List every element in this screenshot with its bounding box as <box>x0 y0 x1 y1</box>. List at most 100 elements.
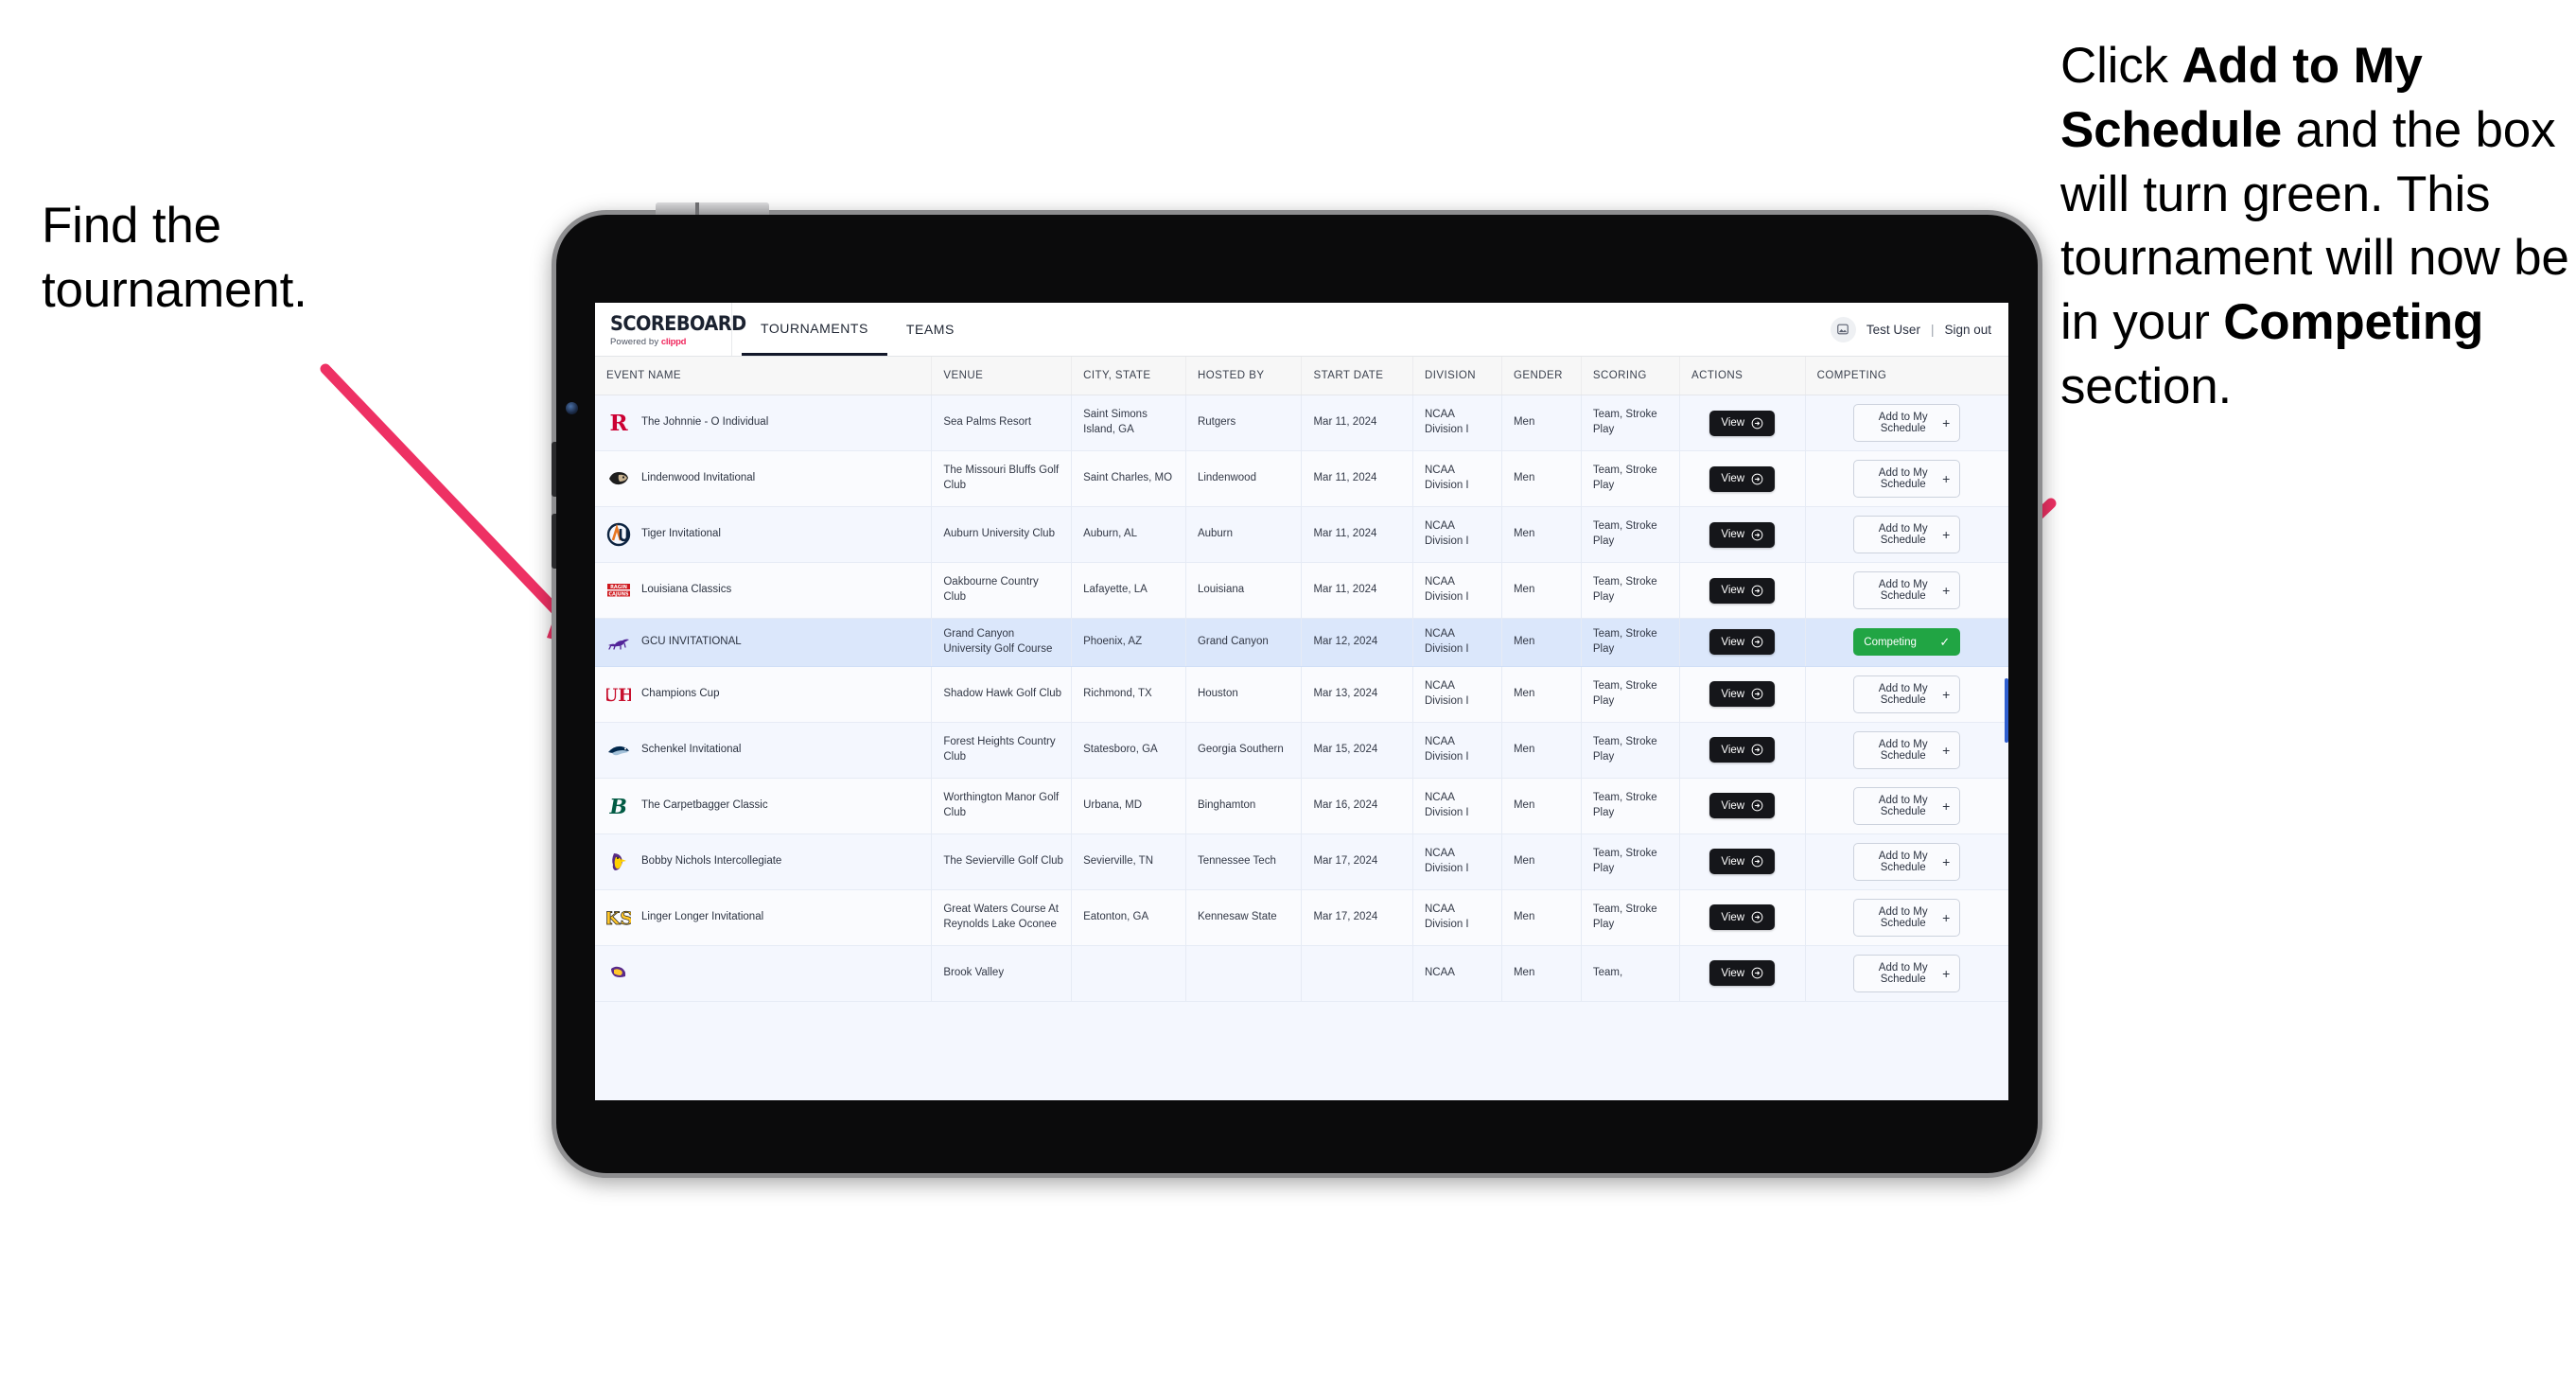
cell-scoring: Team, Stroke Play <box>1581 833 1680 890</box>
cell-event-name: KS Linger Longer Invitational <box>595 889 933 946</box>
avatar[interactable] <box>1830 316 1856 342</box>
cell-competing: Add to My Schedule + <box>1805 833 2008 890</box>
col-division[interactable]: DIVISION <box>1412 357 1502 395</box>
cell-event-name: B The Carpetbagger Classic <box>595 778 933 834</box>
add-to-my-schedule-button[interactable]: Add to My Schedule + <box>1853 786 1961 825</box>
table-row[interactable]: Bobby Nichols Intercollegiate The Sevierv… <box>595 833 2008 890</box>
table-row[interactable]: Tiger Invitational Auburn University Club… <box>595 506 2008 563</box>
view-button[interactable]: View <box>1709 793 1776 819</box>
table-row[interactable]: RAGIN CAJUNS Louisiana Classics Oakbourne C… <box>595 562 2008 619</box>
view-button-label: View <box>1721 688 1745 700</box>
nav-divider: | <box>1930 322 1935 337</box>
brand-logo[interactable]: SCOREBOARD Powered by clippd <box>595 303 746 356</box>
competing-badge-button[interactable]: Competing ✓ <box>1853 628 1961 657</box>
cell-actions: View <box>1679 722 1806 779</box>
event-name-label: Louisiana Classics <box>641 584 732 596</box>
volume-up-button[interactable] <box>552 442 556 497</box>
power-button[interactable] <box>656 202 769 215</box>
col-start-date[interactable]: START DATE <box>1301 357 1413 395</box>
cell-event-name: Lindenwood Invitational <box>595 450 933 507</box>
table-row[interactable]: B The Carpetbagger Classic Worthington Man… <box>595 778 2008 834</box>
view-button[interactable]: View <box>1709 629 1776 656</box>
event-name-label: The Johnnie - O Individual <box>641 416 769 429</box>
add-to-my-schedule-button[interactable]: Add to My Schedule + <box>1853 460 1961 498</box>
view-button[interactable]: View <box>1709 904 1776 931</box>
table-row[interactable]: KS Linger Longer Invitational Great Waters… <box>595 889 2008 946</box>
cell-competing: Add to My Schedule + <box>1805 506 2008 563</box>
cell-scoring: Team, Stroke Play <box>1581 395 1680 451</box>
add-to-my-schedule-button[interactable]: Add to My Schedule + <box>1853 675 1961 713</box>
cell-venue: The Missouri Bluffs Golf Club <box>931 450 1073 507</box>
tournaments-table-wrap: EVENT NAME VENUE CITY, STATE HOSTED BY S… <box>595 357 2008 1100</box>
cell-division: NCAA Division I <box>1412 395 1502 451</box>
view-button[interactable]: View <box>1709 960 1776 987</box>
tab-teams[interactable]: TEAMS <box>887 303 973 356</box>
nav-user-area: Test User | Sign out <box>1830 303 2008 356</box>
table-row[interactable]: GCU INVITATIONAL Grand Canyon University … <box>595 618 2008 667</box>
add-to-my-schedule-button[interactable]: Add to My Schedule + <box>1853 954 1961 992</box>
cell-start-date: Mar 11, 2024 <box>1301 506 1413 563</box>
view-button[interactable]: View <box>1709 577 1776 604</box>
col-scoring[interactable]: SCORING <box>1581 357 1680 395</box>
col-venue[interactable]: VENUE <box>931 357 1073 395</box>
cell-city-state: Saint Simons Island, GA <box>1071 395 1186 451</box>
plus-icon: + <box>1942 742 1951 758</box>
view-button[interactable]: View <box>1709 465 1776 492</box>
col-city-state[interactable]: CITY, STATE <box>1071 357 1186 395</box>
cell-competing: Add to My Schedule + <box>1805 722 2008 779</box>
volume-down-button[interactable] <box>552 514 556 569</box>
col-hosted-by[interactable]: HOSTED BY <box>1185 357 1303 395</box>
table-row[interactable]: R The Johnnie - O Individual Sea Palms Res… <box>595 395 2008 451</box>
cell-start-date: Mar 11, 2024 <box>1301 562 1413 619</box>
view-button[interactable]: View <box>1709 737 1776 763</box>
cell-city-state: Saint Charles, MO <box>1071 450 1186 507</box>
add-to-my-schedule-button[interactable]: Add to My Schedule + <box>1853 404 1961 442</box>
plus-icon: + <box>1942 798 1951 814</box>
table-row[interactable]: Schenkel Invitational Forest Heights Coun… <box>595 722 2008 779</box>
cell-division: NCAA <box>1412 945 1502 1002</box>
view-button[interactable]: View <box>1709 521 1776 548</box>
annotation-right: Click Add to My Schedule and the box wil… <box>2060 34 2576 419</box>
vertical-scrollbar[interactable] <box>2005 678 2008 743</box>
view-button[interactable]: View <box>1709 849 1776 875</box>
app-navbar: SCOREBOARD Powered by clippd TOURNAMENTS… <box>595 303 2008 357</box>
cell-start-date: Mar 17, 2024 <box>1301 889 1413 946</box>
table-row[interactable]: Brook Valley NCAA Men Team, View Add to My Sc… <box>595 945 2008 1002</box>
add-to-my-schedule-button[interactable]: Add to My Schedule + <box>1853 842 1961 881</box>
brand-subtitle: Powered by clippd <box>610 337 731 347</box>
cell-start-date: Mar 11, 2024 <box>1301 450 1413 507</box>
competing-label: Competing <box>1864 636 1917 648</box>
cell-scoring: Team, <box>1581 945 1680 1002</box>
arrow-circle-icon <box>1751 585 1763 596</box>
tournaments-table: EVENT NAME VENUE CITY, STATE HOSTED BY S… <box>595 357 2008 1002</box>
cell-scoring: Team, Stroke Play <box>1581 666 1680 723</box>
view-button[interactable]: View <box>1709 681 1776 708</box>
cell-competing: Add to My Schedule + <box>1805 666 2008 723</box>
sign-out-link[interactable]: Sign out <box>1944 323 1991 337</box>
cell-venue: Shadow Hawk Golf Club <box>931 666 1073 723</box>
cell-actions: View <box>1679 506 1806 563</box>
add-to-my-schedule-button[interactable]: Add to My Schedule + <box>1853 898 1961 937</box>
tab-tournaments[interactable]: TOURNAMENTS <box>742 303 887 356</box>
table-head: EVENT NAME VENUE CITY, STATE HOSTED BY S… <box>595 357 2008 395</box>
cell-scoring: Team, Stroke Play <box>1581 562 1680 619</box>
brand-title: SCOREBOARD <box>610 311 746 335</box>
arrow-circle-icon <box>1751 529 1763 540</box>
cell-gender: Men <box>1501 395 1582 451</box>
add-label: Add to My Schedule <box>1878 412 1928 434</box>
event-name-label: Champions Cup <box>641 687 720 699</box>
cell-venue: Grand Canyon University Golf Course <box>931 618 1073 667</box>
rutgers-r-logo: R <box>606 411 631 435</box>
col-event-name[interactable]: EVENT NAME <box>595 357 933 395</box>
tablet-device: SCOREBOARD Powered by clippd TOURNAMENTS… <box>552 202 2042 1178</box>
col-gender[interactable]: GENDER <box>1501 357 1582 395</box>
view-button[interactable]: View <box>1709 410 1776 436</box>
cell-start-date <box>1301 945 1413 1002</box>
add-to-my-schedule-button[interactable]: Add to My Schedule + <box>1853 730 1961 769</box>
add-to-my-schedule-button[interactable]: Add to My Schedule + <box>1853 516 1961 553</box>
add-to-my-schedule-button[interactable]: Add to My Schedule + <box>1853 571 1961 609</box>
cell-scoring: Team, Stroke Play <box>1581 506 1680 563</box>
plus-icon: + <box>1942 965 1951 981</box>
table-row[interactable]: UH Champions Cup Shadow Hawk Golf Club Rich… <box>595 666 2008 723</box>
table-row[interactable]: Lindenwood Invitational The Missouri Bluf… <box>595 450 2008 507</box>
